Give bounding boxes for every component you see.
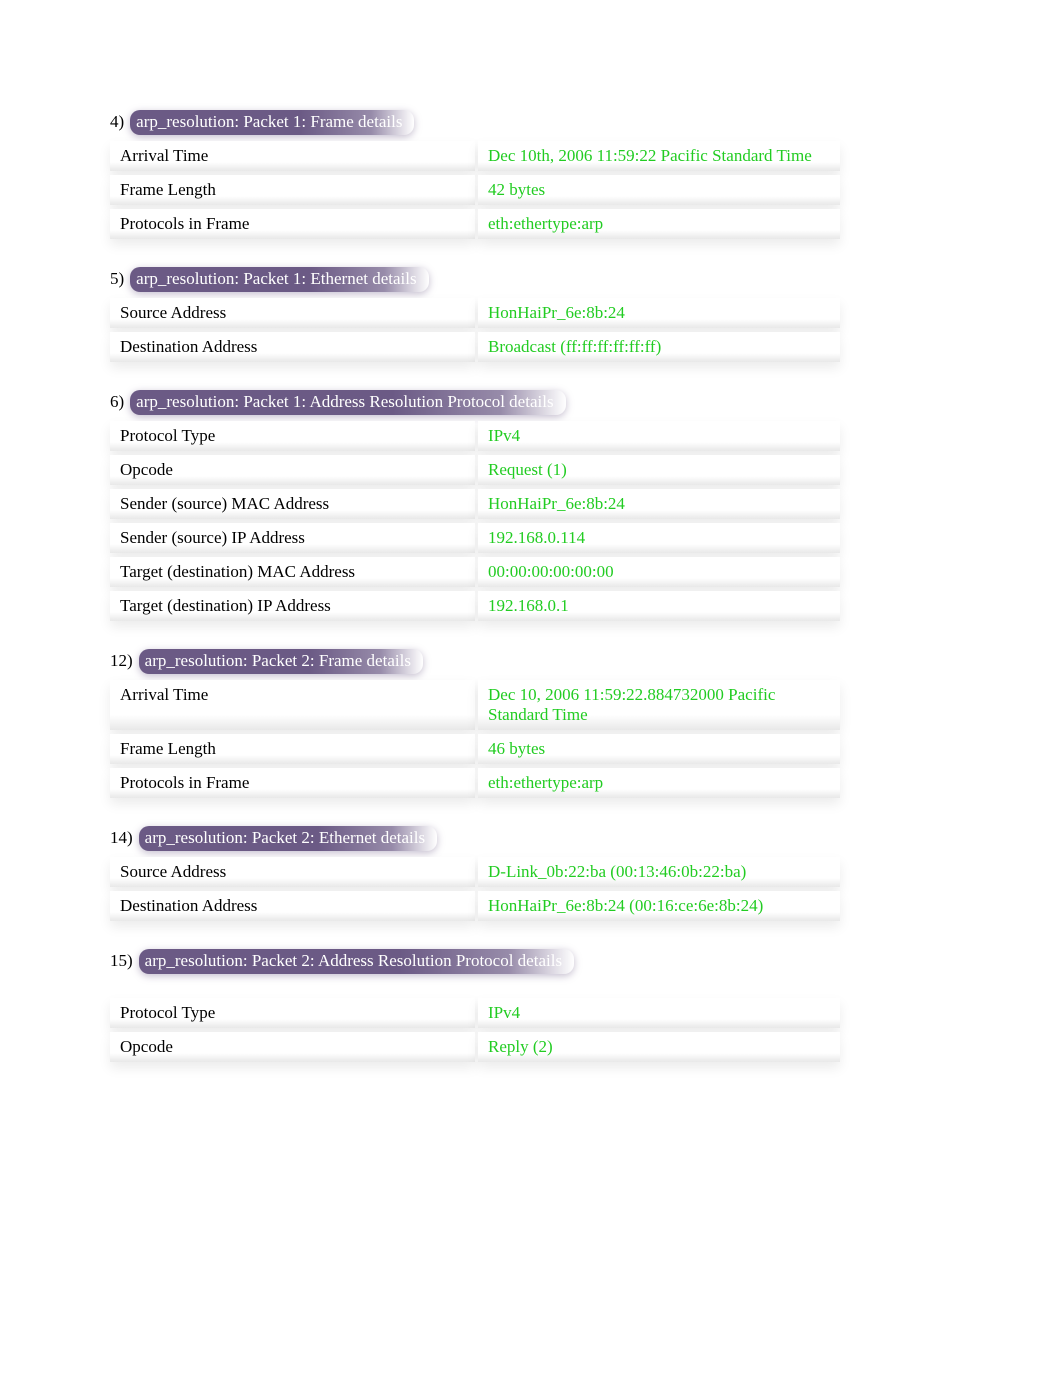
section-number: 5) (110, 269, 124, 289)
cell-value: IPv4 (478, 998, 840, 1028)
section-number: 15) (110, 951, 133, 971)
table-row: Protocols in Frameeth:ethertype:arp (110, 768, 962, 798)
section-number: 12) (110, 651, 133, 671)
cell-value: 46 bytes (478, 734, 840, 764)
spacer (110, 980, 962, 998)
cell-value: Dec 10th, 2006 11:59:22 Pacific Standard… (478, 141, 840, 171)
section: 15) arp_resolution: Packet 2: Address Res… (110, 949, 962, 1062)
cell-label: Target (destination) IP Address (110, 591, 475, 621)
cell-label: Destination Address (110, 891, 475, 921)
section-header: 15) arp_resolution: Packet 2: Address Res… (110, 949, 962, 974)
section-number: 14) (110, 828, 133, 848)
cell-value: Dec 10, 2006 11:59:22.884732000 Pacific … (478, 680, 840, 730)
cell-label: Frame Length (110, 175, 475, 205)
table-row: Protocols in Frameeth:ethertype:arp (110, 209, 962, 239)
section-header: 14) arp_resolution: Packet 2: Ethernet de… (110, 826, 962, 851)
cell-value: D-Link_0b:22:ba (00:13:46:0b:22:ba) (478, 857, 840, 887)
cell-value: HonHaiPr_6e:8b:24 (478, 489, 840, 519)
table-row: Destination AddressBroadcast (ff:ff:ff:f… (110, 332, 962, 362)
cell-label: Arrival Time (110, 141, 475, 171)
section-title: arp_resolution: Packet 2: Ethernet detai… (139, 826, 437, 851)
table-row: Target (destination) IP Address192.168.0… (110, 591, 962, 621)
cell-value: 00:00:00:00:00:00 (478, 557, 840, 587)
table-row: Target (destination) MAC Address00:00:00… (110, 557, 962, 587)
cell-value: HonHaiPr_6e:8b:24 (00:16:ce:6e:8b:24) (478, 891, 840, 921)
cell-value: IPv4 (478, 421, 840, 451)
section: 6) arp_resolution: Packet 1: Address Reso… (110, 390, 962, 621)
cell-value: 192.168.0.114 (478, 523, 840, 553)
table-row: Source AddressD-Link_0b:22:ba (00:13:46:… (110, 857, 962, 887)
section-title: arp_resolution: Packet 2: Address Resolu… (139, 949, 574, 974)
section-number: 4) (110, 112, 124, 132)
cell-label: Source Address (110, 298, 475, 328)
cell-value: Broadcast (ff:ff:ff:ff:ff:ff) (478, 332, 840, 362)
table: Source AddressD-Link_0b:22:ba (00:13:46:… (110, 857, 962, 921)
section-title: arp_resolution: Packet 1: Ethernet detai… (130, 267, 428, 292)
table-row: OpcodeReply (2) (110, 1032, 962, 1062)
cell-label: Destination Address (110, 332, 475, 362)
section-header: 4) arp_resolution: Packet 1: Frame detail… (110, 110, 962, 135)
table-row: Sender (source) IP Address192.168.0.114 (110, 523, 962, 553)
cell-value: Request (1) (478, 455, 840, 485)
cell-label: Protocols in Frame (110, 209, 475, 239)
cell-value: 42 bytes (478, 175, 840, 205)
table: Protocol TypeIPv4OpcodeReply (2) (110, 998, 962, 1062)
table-row: Frame Length42 bytes (110, 175, 962, 205)
cell-value: HonHaiPr_6e:8b:24 (478, 298, 840, 328)
cell-label: Target (destination) MAC Address (110, 557, 475, 587)
table-row: Frame Length46 bytes (110, 734, 962, 764)
cell-label: Protocols in Frame (110, 768, 475, 798)
section-title: arp_resolution: Packet 1: Frame details (130, 110, 414, 135)
table-row: Protocol TypeIPv4 (110, 421, 962, 451)
section: 12) arp_resolution: Packet 2: Frame detai… (110, 649, 962, 798)
section-number: 6) (110, 392, 124, 412)
table: Protocol TypeIPv4OpcodeRequest (1)Sender… (110, 421, 962, 621)
table-row: Sender (source) MAC AddressHonHaiPr_6e:8… (110, 489, 962, 519)
table-row: OpcodeRequest (1) (110, 455, 962, 485)
section-header: 5) arp_resolution: Packet 1: Ethernet det… (110, 267, 962, 292)
cell-label: Sender (source) MAC Address (110, 489, 475, 519)
table-row: Protocol TypeIPv4 (110, 998, 962, 1028)
table: Arrival TimeDec 10, 2006 11:59:22.884732… (110, 680, 962, 798)
cell-label: Frame Length (110, 734, 475, 764)
section-header: 6) arp_resolution: Packet 1: Address Reso… (110, 390, 962, 415)
table-row: Arrival TimeDec 10th, 2006 11:59:22 Paci… (110, 141, 962, 171)
section: 4) arp_resolution: Packet 1: Frame detail… (110, 110, 962, 239)
section: 5) arp_resolution: Packet 1: Ethernet det… (110, 267, 962, 362)
table-row: Arrival TimeDec 10, 2006 11:59:22.884732… (110, 680, 962, 730)
cell-label: Protocol Type (110, 998, 475, 1028)
section-title: arp_resolution: Packet 1: Address Resolu… (130, 390, 565, 415)
cell-value: eth:ethertype:arp (478, 209, 840, 239)
cell-label: Sender (source) IP Address (110, 523, 475, 553)
table-row: Source AddressHonHaiPr_6e:8b:24 (110, 298, 962, 328)
cell-value: 192.168.0.1 (478, 591, 840, 621)
cell-label: Opcode (110, 455, 475, 485)
cell-value: eth:ethertype:arp (478, 768, 840, 798)
cell-label: Source Address (110, 857, 475, 887)
table: Source AddressHonHaiPr_6e:8b:24Destinati… (110, 298, 962, 362)
cell-label: Arrival Time (110, 680, 475, 730)
cell-label: Opcode (110, 1032, 475, 1062)
section-header: 12) arp_resolution: Packet 2: Frame detai… (110, 649, 962, 674)
document-content: 4) arp_resolution: Packet 1: Frame detail… (110, 110, 962, 1062)
cell-value: Reply (2) (478, 1032, 840, 1062)
table: Arrival TimeDec 10th, 2006 11:59:22 Paci… (110, 141, 962, 239)
table-row: Destination AddressHonHaiPr_6e:8b:24 (00… (110, 891, 962, 921)
section-title: arp_resolution: Packet 2: Frame details (139, 649, 423, 674)
cell-label: Protocol Type (110, 421, 475, 451)
section: 14) arp_resolution: Packet 2: Ethernet de… (110, 826, 962, 921)
